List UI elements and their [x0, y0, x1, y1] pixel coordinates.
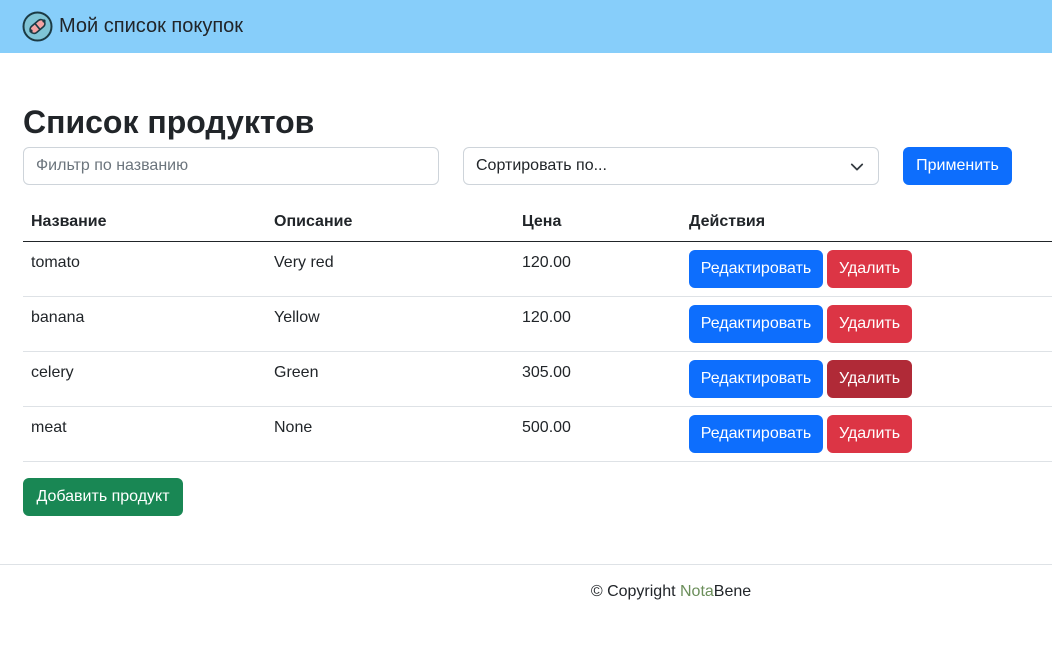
table-row: meat None 500.00 Редактировать Удалить	[23, 406, 1052, 462]
product-price: 120.00	[514, 241, 681, 297]
delete-button[interactable]: Удалить	[827, 304, 912, 343]
edit-button[interactable]: Редактировать	[689, 304, 823, 343]
footer: © Copyright NotaBene	[0, 583, 1052, 601]
product-price: 500.00	[514, 406, 681, 462]
sort-select-value: Сортировать по...	[476, 157, 607, 174]
products-table: Название Описание Цена Действия tomato V…	[23, 203, 1052, 462]
delete-button[interactable]: Удалить	[827, 414, 912, 453]
column-header-description: Описание	[266, 203, 514, 242]
column-header-price: Цена	[514, 203, 681, 242]
row-actions: Редактировать Удалить	[681, 406, 1052, 462]
table-row: tomato Very red 120.00 Редактировать Удал…	[23, 241, 1052, 297]
product-name: meat	[23, 406, 266, 462]
edit-button[interactable]: Редактировать	[689, 414, 823, 453]
name-filter-input[interactable]	[23, 147, 439, 185]
product-description: None	[266, 406, 514, 462]
footer-divider	[0, 564, 1052, 565]
product-name: banana	[23, 296, 266, 352]
navbar: Мой список покупок	[0, 0, 1052, 53]
footer-brand-bene: Bene	[713, 583, 752, 600]
edit-button[interactable]: Редактировать	[689, 249, 823, 288]
product-name: celery	[23, 351, 266, 407]
apply-button[interactable]: Применить	[903, 147, 1012, 185]
page-title: Список продуктов	[23, 104, 315, 140]
table-row: celery Green 305.00 Редактировать Удалить	[23, 351, 1052, 407]
product-description: Yellow	[266, 296, 514, 352]
table-header-row: Название Описание Цена Действия	[23, 203, 1052, 242]
chevron-down-icon	[850, 163, 864, 171]
footer-copyright: © Copyright	[590, 583, 680, 600]
edit-button[interactable]: Редактировать	[689, 359, 823, 398]
row-actions: Редактировать Удалить	[681, 351, 1052, 407]
pill-icon[interactable]	[22, 11, 53, 42]
column-header-actions: Действия	[681, 203, 1052, 242]
product-name: tomato	[23, 241, 266, 297]
app-title[interactable]: Мой список покупок	[59, 15, 243, 38]
sort-select[interactable]: Сортировать по...	[463, 147, 879, 185]
column-header-name: Название	[23, 203, 266, 242]
product-price: 120.00	[514, 296, 681, 352]
delete-button[interactable]: Удалить	[827, 249, 912, 288]
product-description: Green	[266, 351, 514, 407]
product-price: 305.00	[514, 351, 681, 407]
add-product-button[interactable]: Добавить продукт	[23, 478, 183, 516]
product-description: Very red	[266, 241, 514, 297]
row-actions: Редактировать Удалить	[681, 296, 1052, 352]
delete-button[interactable]: Удалить	[827, 359, 912, 398]
row-actions: Редактировать Удалить	[681, 241, 1052, 297]
footer-brand-nota: Nota	[679, 583, 714, 600]
table-row: banana Yellow 120.00 Редактировать Удалит…	[23, 296, 1052, 352]
